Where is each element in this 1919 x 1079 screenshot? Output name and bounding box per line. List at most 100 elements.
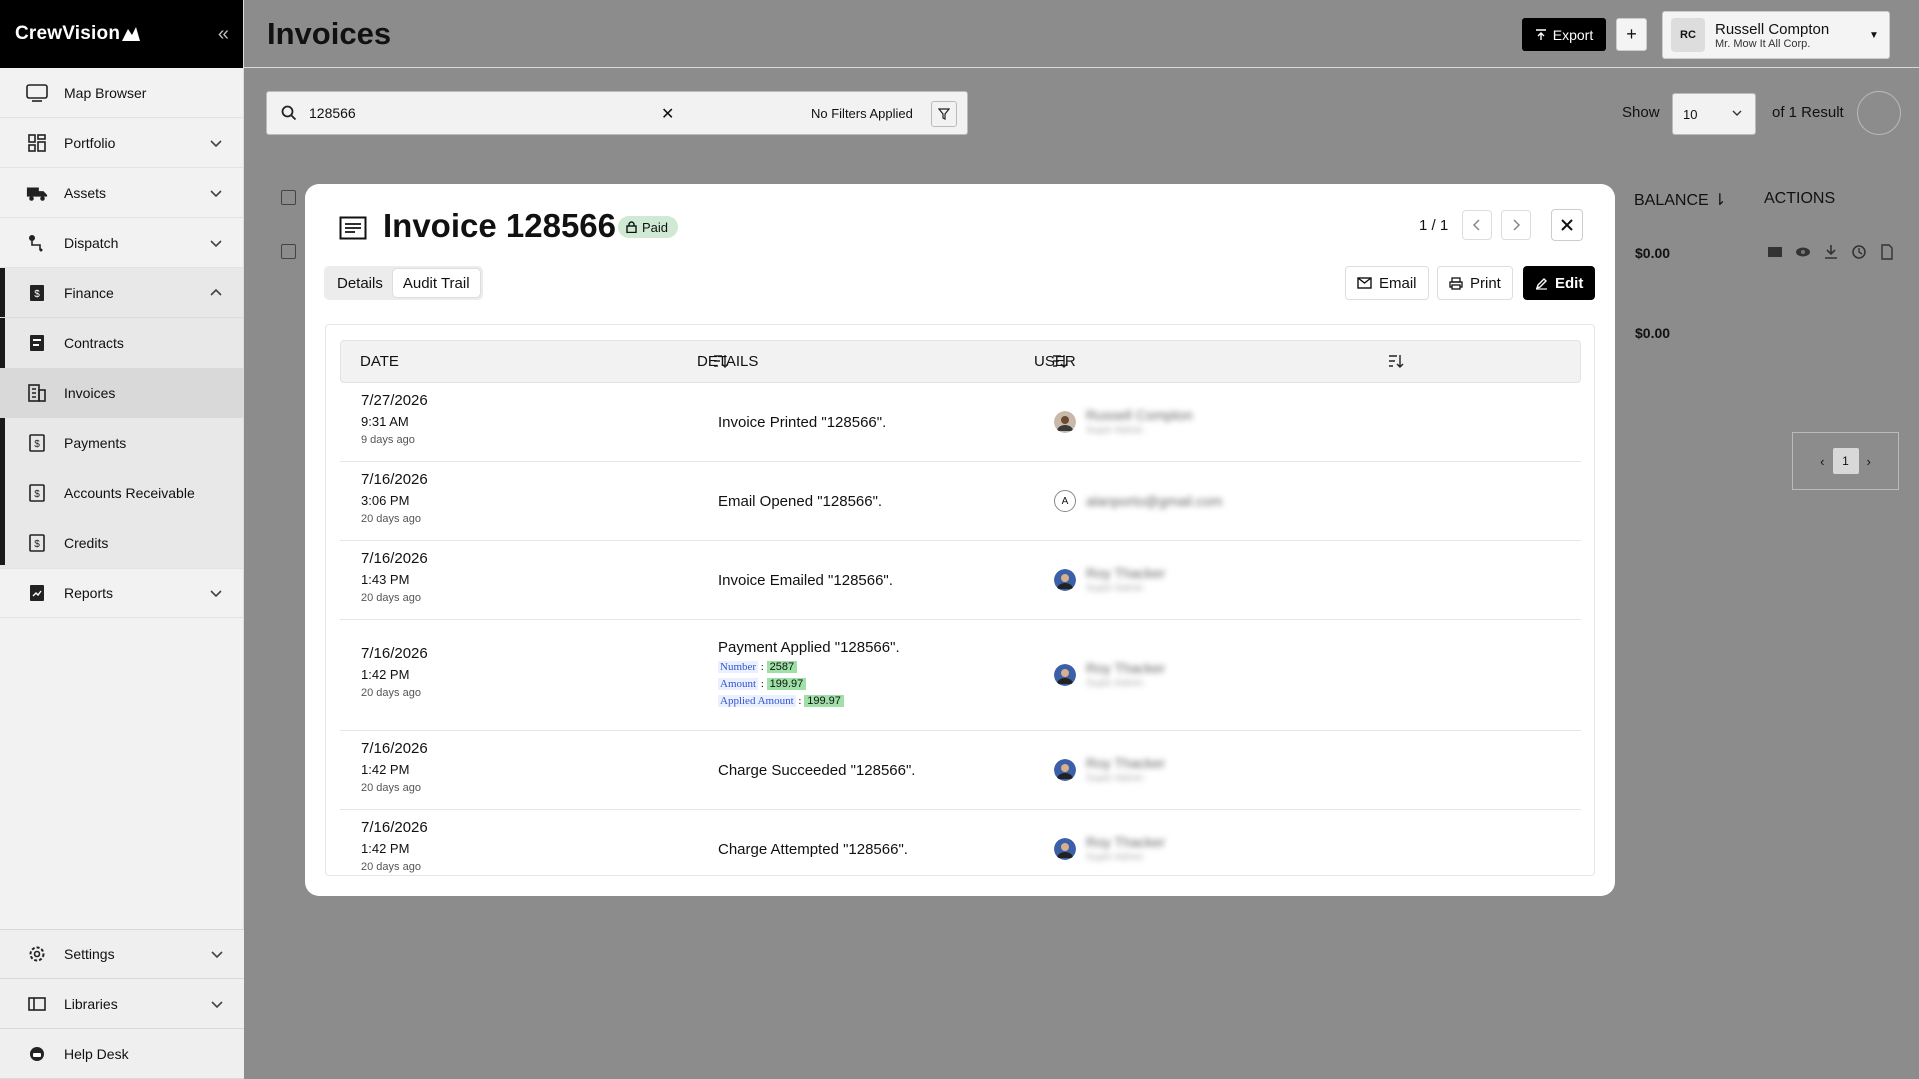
filter-button[interactable]	[931, 101, 957, 127]
audit-time: 3:06 PM	[361, 493, 410, 508]
sidebar-item-libraries[interactable]: Libraries	[0, 979, 244, 1029]
user-name: Russell Compton	[1086, 407, 1193, 423]
sort-icon[interactable]	[1388, 353, 1404, 369]
sidebar-item-label: Portfolio	[64, 134, 116, 151]
sidebar-item-payments[interactable]: $ Payments	[0, 418, 243, 468]
search-bar: 128566 ✕ No Filters Applied	[266, 91, 968, 135]
audit-date: 7/16/2026	[361, 819, 428, 836]
email-icon[interactable]	[1767, 244, 1783, 260]
route-icon	[26, 232, 48, 254]
sidebar-item-assets[interactable]: Assets	[0, 168, 243, 218]
sidebar-item-contracts[interactable]: Contracts	[0, 318, 243, 368]
clear-search-icon[interactable]: ✕	[661, 104, 674, 124]
grid-icon	[26, 132, 48, 154]
download-icon[interactable]	[1823, 244, 1839, 260]
audit-date: 7/16/2026	[361, 471, 428, 488]
edit-button[interactable]: Edit	[1523, 266, 1596, 300]
page-size-value: 10	[1683, 106, 1698, 122]
select-all-checkbox[interactable]	[281, 190, 296, 205]
tab-audit-trail[interactable]: Audit Trail	[392, 269, 480, 297]
view-icon[interactable]	[1795, 244, 1811, 260]
sidebar: CrewVision « Map Browser Portfolio Asset…	[0, 0, 244, 1079]
avatar	[1054, 410, 1076, 433]
audit-ago: 20 days ago	[361, 687, 421, 699]
close-modal-button[interactable]	[1551, 209, 1583, 241]
page-size-select[interactable]: 10	[1672, 93, 1756, 135]
sidebar-item-settings[interactable]: Settings	[0, 929, 244, 979]
next-record-button[interactable]	[1501, 210, 1531, 240]
tab-details[interactable]: Details	[327, 269, 393, 297]
invoice-modal: Invoice 128566 Paid 1 / 1 Details Audit …	[305, 184, 1615, 896]
user-dropdown-icon[interactable]: ▼	[1859, 12, 1889, 58]
user-menu[interactable]: RC Russell Compton Mr. Mow It All Corp. …	[1662, 11, 1890, 59]
sidebar-item-portfolio[interactable]: Portfolio	[0, 118, 243, 168]
sidebar-item-label: Invoices	[64, 385, 116, 401]
audit-details: Charge Attempted "128566".	[718, 841, 908, 858]
sidebar-item-map-browser[interactable]: Map Browser	[0, 68, 243, 118]
show-label: Show	[1622, 104, 1660, 121]
user-name: Roy Thacker	[1086, 660, 1166, 676]
row-checkbox[interactable]	[281, 244, 296, 259]
audit-user: A alanporto@gmail.com	[1054, 490, 1222, 512]
sidebar-item-label: Contracts	[64, 335, 124, 351]
sidebar-item-reports[interactable]: Reports	[0, 568, 243, 618]
chevron-down-icon	[210, 139, 222, 147]
meta-key: Applied Amount	[718, 695, 796, 707]
audit-trail-table: DATE DETAILS USER 7/27/2026 9:31 AM 9 da…	[325, 324, 1595, 876]
sidebar-item-dispatch[interactable]: Dispatch	[0, 218, 243, 268]
column-header-date[interactable]: DATE	[360, 353, 399, 370]
refresh-button[interactable]	[1857, 91, 1901, 135]
audit-table-header: DATE DETAILS USER	[340, 340, 1581, 383]
brand-header: CrewVision «	[0, 0, 243, 68]
audit-time: 1:43 PM	[361, 572, 410, 587]
audit-ago: 9 days ago	[361, 434, 415, 446]
audit-date: 7/16/2026	[361, 645, 428, 662]
chevron-right-icon	[1513, 219, 1521, 231]
column-header-balance[interactable]: BALANCE ⇂	[1634, 190, 1727, 210]
sidebar-item-label: Map Browser	[64, 84, 147, 101]
invoice-doc-icon	[339, 216, 367, 240]
export-button[interactable]: Export	[1522, 18, 1606, 51]
search-input[interactable]: 128566	[309, 105, 356, 121]
sidebar-item-label: Credits	[64, 535, 109, 551]
add-button[interactable]: +	[1616, 18, 1647, 51]
page-number[interactable]: 1	[1832, 448, 1859, 474]
prev-record-button[interactable]	[1462, 210, 1492, 240]
audit-ago: 20 days ago	[361, 592, 421, 604]
sidebar-item-credits[interactable]: $ Credits	[0, 518, 243, 568]
document-icon[interactable]	[1879, 244, 1895, 260]
avatar	[1054, 663, 1076, 686]
status-label: Paid	[642, 219, 669, 235]
receivable-icon: $	[26, 482, 48, 504]
prev-page-icon[interactable]: ‹	[1820, 454, 1824, 469]
column-header-details[interactable]: DETAILS	[697, 353, 758, 370]
sidebar-item-invoices[interactable]: Invoices	[0, 368, 243, 418]
sidebar-item-accounts-receivable[interactable]: $ Accounts Receivable	[0, 468, 243, 518]
gear-icon	[26, 943, 48, 965]
audit-user: Roy Thacker Super Admin	[1054, 755, 1165, 784]
collapse-sidebar-icon[interactable]: «	[218, 23, 229, 46]
sidebar-item-help-desk[interactable]: Help Desk	[0, 1029, 244, 1079]
brand-logo[interactable]: CrewVision	[15, 23, 142, 45]
email-button[interactable]: Email	[1345, 266, 1429, 300]
email-label: Email	[1379, 274, 1417, 292]
chevron-down-icon	[211, 951, 223, 959]
next-page-icon[interactable]: ›	[1867, 454, 1871, 469]
svg-text:$: $	[34, 289, 40, 300]
history-icon[interactable]	[1851, 244, 1867, 260]
sidebar-item-label: Finance	[64, 284, 114, 301]
edit-label: Edit	[1555, 274, 1584, 292]
sidebar-item-finance[interactable]: $ Finance	[0, 268, 243, 318]
headset-icon	[26, 1043, 48, 1065]
print-button[interactable]: Print	[1437, 266, 1513, 300]
envelope-icon	[1357, 277, 1372, 289]
modal-title: Invoice 128566	[383, 207, 616, 244]
avatar: A	[1054, 490, 1076, 512]
meta-number: Number : 2587	[718, 661, 798, 673]
map-icon	[26, 82, 48, 104]
sidebar-item-label: Payments	[64, 435, 127, 451]
user-name: Roy Thacker	[1086, 565, 1166, 581]
column-header-user[interactable]: USER	[1034, 353, 1076, 370]
export-icon	[1535, 28, 1546, 40]
pagination: ‹ 1 ›	[1792, 432, 1899, 490]
